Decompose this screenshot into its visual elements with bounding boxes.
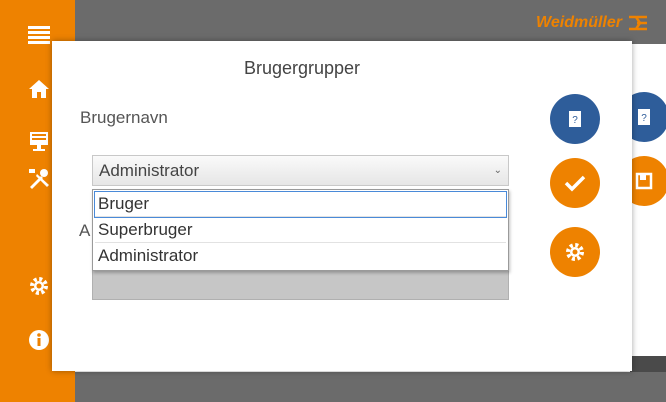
brand-name: Weidmüller xyxy=(536,14,622,31)
app-window: Weidmüller ? Brugergrupper Brugernavn A … xyxy=(0,0,666,402)
user-groups-dialog: Brugergrupper Brugernavn A Administrator… xyxy=(52,41,632,371)
user-group-dropdown: Bruger Superbruger Administrator xyxy=(92,189,509,271)
chevron-down-icon: ⌄ xyxy=(493,165,502,176)
help-button[interactable]: ? xyxy=(550,94,600,144)
bottom-bar xyxy=(75,372,666,402)
home-icon[interactable] xyxy=(26,76,52,102)
gear-icon xyxy=(566,243,584,261)
help-book-icon: ? xyxy=(569,111,581,127)
second-field-label: A xyxy=(79,221,91,240)
tools-icon[interactable] xyxy=(26,166,52,192)
brand-logo: Weidmüller xyxy=(536,14,648,32)
username-label: Brugernavn xyxy=(80,108,168,127)
menu-icon[interactable] xyxy=(26,22,52,48)
option-administrator[interactable]: Administrator xyxy=(95,244,506,269)
dialog-title: Brugergrupper xyxy=(243,58,361,78)
option-superbruger[interactable]: Superbruger xyxy=(95,218,506,243)
select-value: Administrator xyxy=(99,161,200,180)
checkmark-icon xyxy=(564,175,586,192)
confirm-button[interactable] xyxy=(550,158,600,208)
settings-button[interactable] xyxy=(550,227,600,277)
option-bruger[interactable]: Bruger xyxy=(94,191,507,218)
svg-text:?: ? xyxy=(572,115,578,126)
user-group-select[interactable]: Administrator ⌄ xyxy=(92,155,509,186)
svg-text:?: ? xyxy=(641,113,647,124)
gear-icon[interactable] xyxy=(26,273,52,299)
top-bar: Weidmüller xyxy=(75,0,666,44)
monitor-icon[interactable] xyxy=(26,128,52,154)
info-icon[interactable] xyxy=(26,327,52,353)
brand-mark-icon xyxy=(629,15,647,31)
